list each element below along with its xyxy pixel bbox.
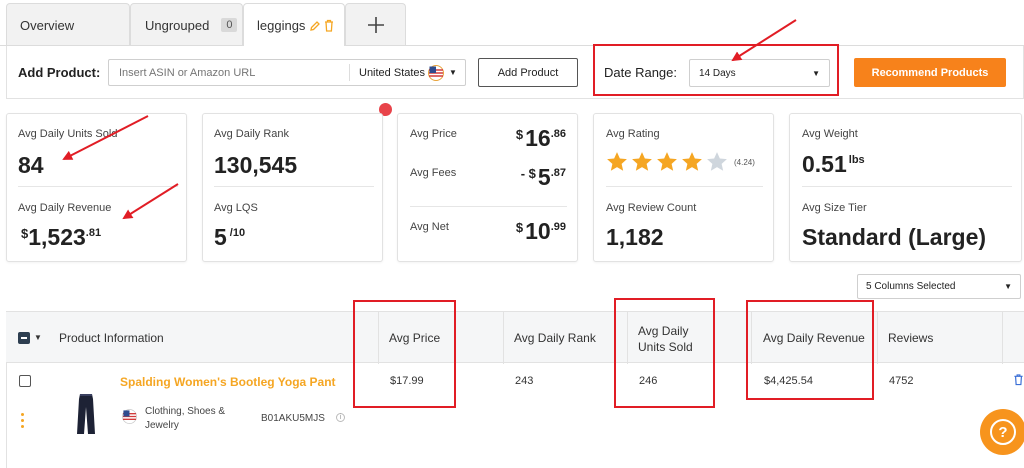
cell-price: $17.99 <box>390 375 424 387</box>
add-tab-button[interactable] <box>345 3 406 46</box>
lqs-value: 5/10 <box>214 224 246 250</box>
cell-rank: 243 <box>515 375 534 387</box>
net-label: Avg Net <box>410 221 449 233</box>
price-fees-card: Avg Price $16.86 Avg Fees - $5.87 Avg Ne… <box>397 113 578 262</box>
rating-stars <box>606 151 731 173</box>
units-revenue-card: Avg Daily Units Sold 84 Avg Daily Revenu… <box>6 113 187 262</box>
product-thumbnail[interactable] <box>75 393 97 435</box>
rating-text: (4.24) <box>734 158 755 167</box>
caret-down-icon[interactable]: ▼ <box>34 333 42 342</box>
column-header-reviews[interactable]: Reviews <box>888 331 933 345</box>
us-flag-icon <box>122 409 137 424</box>
table-row: Spalding Women's Bootleg Yoga Pant Cloth… <box>6 363 1024 468</box>
column-separator <box>627 312 628 364</box>
tab-label: Overview <box>20 17 75 33</box>
size-tier-value: Standard (Large) <box>802 224 987 250</box>
rating-card: Avg Rating (4.24) Avg Review Count 1,182 <box>593 113 774 262</box>
weight-label: Avg Weight <box>802 128 858 140</box>
columns-select[interactable]: 5 Columns Selected ▼ <box>857 274 1021 299</box>
column-header-units[interactable]: Avg Daily Units Sold <box>638 323 718 355</box>
date-range-label: Date Range: <box>604 65 677 80</box>
caret-down-icon: ▼ <box>449 68 457 77</box>
star-icon <box>632 152 652 171</box>
tab-label: leggings <box>257 18 306 33</box>
fees-label: Avg Fees <box>410 167 457 179</box>
review-count-label: Avg Review Count <box>606 202 697 214</box>
price-label: Avg Price <box>410 128 457 140</box>
date-range-select[interactable]: 14 Days ▼ <box>689 59 830 87</box>
select-all-checkbox[interactable] <box>18 332 30 344</box>
column-header-product[interactable]: Product Information <box>59 331 164 345</box>
trash-icon[interactable] <box>323 19 335 32</box>
rank-label: Avg Daily Rank <box>214 128 289 140</box>
lqs-label: Avg LQS <box>214 202 258 214</box>
date-range-value: 14 Days <box>699 67 736 79</box>
cell-reviews: 4752 <box>889 375 914 387</box>
recommend-products-button[interactable]: Recommend Products <box>854 58 1006 87</box>
row-checkbox[interactable] <box>19 375 31 387</box>
net-value: $10.99 <box>515 218 566 244</box>
column-separator <box>1002 312 1003 364</box>
product-title-link[interactable]: Spalding Women's Bootleg Yoga Pant <box>120 375 336 389</box>
price-value: $16.86 <box>515 125 566 151</box>
kebab-menu-icon[interactable] <box>21 413 24 428</box>
units-sold-label: Avg Daily Units Sold <box>18 128 118 140</box>
column-separator <box>378 312 379 364</box>
weight-size-card: Avg Weight 0.51 lbs Avg Size Tier Standar… <box>789 113 1022 262</box>
us-flag-icon <box>428 64 445 81</box>
edit-pencil-icon[interactable] <box>309 20 321 32</box>
table-header: ▼ Product Information Avg Price Avg Dail… <box>6 311 1024 364</box>
rank-lqs-card: Avg Daily Rank 130,545 Avg LQS 5/10 <box>202 113 383 262</box>
rating-label: Avg Rating <box>606 128 660 140</box>
caret-down-icon: ▼ <box>1004 282 1012 291</box>
card-divider <box>410 206 567 207</box>
tab-ungrouped[interactable]: Ungrouped 0 <box>130 3 243 46</box>
info-icon[interactable]: i <box>336 413 345 422</box>
size-tier-label: Avg Size Tier <box>802 202 867 214</box>
column-separator <box>877 312 878 364</box>
country-label: United States <box>359 66 426 79</box>
card-divider <box>802 186 1012 187</box>
country-select[interactable]: United States ▼ <box>349 64 457 81</box>
review-count-value: 1,182 <box>606 224 664 250</box>
column-header-revenue[interactable]: Avg Daily Revenue <box>763 331 865 345</box>
units-sold-value: 84 <box>18 152 44 178</box>
revenue-label: Avg Daily Revenue <box>18 202 112 214</box>
count-badge: 0 <box>221 18 238 32</box>
star-icon <box>707 152 727 171</box>
trash-icon[interactable] <box>1013 373 1024 386</box>
cell-units: 246 <box>639 375 658 387</box>
card-divider <box>18 186 178 187</box>
star-icon <box>682 152 702 171</box>
weight-value: 0.51 lbs <box>802 151 865 177</box>
help-button[interactable]: ? <box>980 409 1024 455</box>
card-divider <box>214 186 374 187</box>
product-category: Clothing, Shoes & Jewelry <box>145 406 226 431</box>
tab-label: Ungrouped <box>145 17 210 33</box>
plus-icon <box>367 16 385 34</box>
rank-value: 130,545 <box>214 152 298 178</box>
columns-select-label: 5 Columns Selected <box>866 281 956 292</box>
help-icon: ? <box>990 419 1016 445</box>
card-divider <box>606 186 763 187</box>
star-icon <box>657 152 677 171</box>
column-header-rank[interactable]: Avg Daily Rank <box>514 331 596 345</box>
product-asin: B01AKU5MJS <box>261 413 325 424</box>
cell-revenue: $4,425.54 <box>764 375 813 387</box>
caret-down-icon: ▼ <box>812 68 820 78</box>
asin-input-group: United States ▼ <box>108 59 466 86</box>
add-product-label: Add Product: <box>18 65 101 80</box>
star-icon <box>607 152 627 171</box>
tab-leggings[interactable]: leggings <box>243 3 345 47</box>
add-product-button[interactable]: Add Product <box>478 58 578 87</box>
revenue-value: $1,523.81 <box>21 224 102 250</box>
column-separator <box>751 312 752 364</box>
column-header-price[interactable]: Avg Price <box>389 331 440 345</box>
tab-overview[interactable]: Overview <box>6 3 130 46</box>
column-separator <box>503 312 504 364</box>
fees-value: - $5.87 <box>520 164 566 190</box>
asin-input[interactable] <box>109 60 349 85</box>
